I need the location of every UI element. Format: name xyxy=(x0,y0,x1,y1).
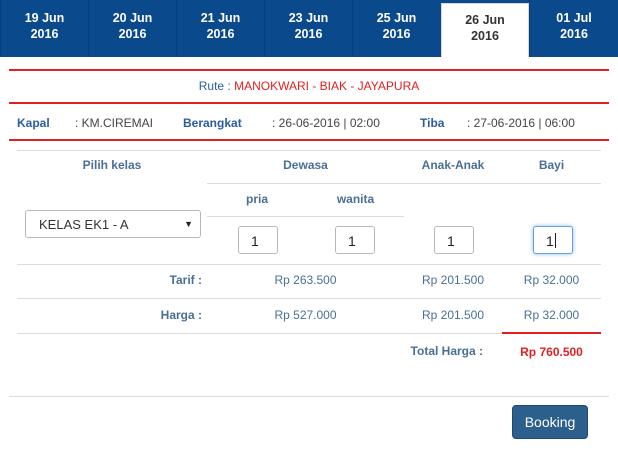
route-value: MANOKWARI - BIAK - JAYAPURA xyxy=(234,79,420,93)
row-border-2 xyxy=(17,298,601,299)
divider-red-top xyxy=(9,69,609,71)
text-caret xyxy=(554,233,556,248)
tarif-dewasa: Rp 263.500 xyxy=(274,273,337,287)
footer-border xyxy=(9,396,609,397)
header-sub-border xyxy=(207,183,601,184)
harga-anak: Rp 201.500 xyxy=(421,308,485,322)
tab-day: 26 Jun xyxy=(465,13,505,27)
tab-year: 2016 xyxy=(382,27,411,41)
tiba-value: : 27-06-2016 | 06:00 xyxy=(467,116,575,130)
date-tab-01-jul[interactable]: 01 Jul 2016 xyxy=(529,0,618,57)
tab-year: 2016 xyxy=(560,27,588,41)
header-wanita: wanita xyxy=(336,192,375,206)
qty-bayi-input[interactable]: 1 xyxy=(533,226,573,254)
header-dewasa: Dewasa xyxy=(283,158,328,172)
header-pria: pria xyxy=(245,192,268,206)
tab-year: 2016 xyxy=(471,29,499,43)
route-line: Rute : MANOKWARI - BIAK - JAYAPURA xyxy=(0,79,618,93)
berangkat-value: : 26-06-2016 | 02:00 xyxy=(272,116,380,130)
tab-day: 25 Jun xyxy=(376,11,417,25)
kapal-value: : KM.CIREMAI xyxy=(75,116,154,130)
qty-pria-input[interactable]: 1 xyxy=(238,226,278,254)
date-tab-26-jun-active[interactable]: 26 Jun 2016 xyxy=(441,3,529,57)
tarif-bayi: Rp 32.000 xyxy=(523,273,580,287)
total-underline xyxy=(502,332,601,334)
date-tab-25-jun[interactable]: 25 Jun 2016 xyxy=(352,0,440,57)
table-top-border xyxy=(17,150,601,151)
caret-down-icon: ▼ xyxy=(184,219,193,229)
header-pilih-kelas: Pilih kelas xyxy=(82,158,142,172)
divider-red-mid xyxy=(9,102,609,104)
date-tab-21-jun[interactable]: 21 Jun 2016 xyxy=(176,0,264,57)
total-label: Total Harga : xyxy=(410,344,483,358)
berangkat-label: Berangkat xyxy=(183,116,242,130)
harga-dewasa: Rp 527.000 xyxy=(274,308,337,322)
harga-bayi: Rp 32.000 xyxy=(523,308,580,322)
header-bayi: Bayi xyxy=(538,158,565,172)
qty-pria-value: 1 xyxy=(251,233,259,249)
qty-anak-input[interactable]: 1 xyxy=(434,226,474,254)
qty-anak-value: 1 xyxy=(447,233,455,249)
tiba-label: Tiba xyxy=(420,116,445,130)
class-select-value: KELAS EK1 - A xyxy=(39,217,129,232)
tab-year: 2016 xyxy=(118,27,147,41)
tab-year: 2016 xyxy=(294,27,323,41)
tab-year: 2016 xyxy=(30,27,59,41)
date-tab-20-jun[interactable]: 20 Jun 2016 xyxy=(88,0,176,57)
tab-year: 2016 xyxy=(206,27,235,41)
tab-day: 01 Jul xyxy=(556,11,592,25)
harga-label: Harga : xyxy=(160,308,202,322)
booking-button[interactable]: Booking xyxy=(512,405,588,439)
qty-wanita-value: 1 xyxy=(348,233,356,249)
tab-day: 20 Jun xyxy=(112,11,153,25)
route-label: Rute : xyxy=(198,79,231,93)
date-tab-19-jun[interactable]: 19 Jun 2016 xyxy=(0,0,88,57)
kapal-label: Kapal xyxy=(17,116,50,130)
qty-bayi-value: 1 xyxy=(546,233,554,249)
tab-day: 23 Jun xyxy=(288,11,329,25)
qty-wanita-input[interactable]: 1 xyxy=(335,226,375,254)
class-select[interactable]: KELAS EK1 - A ▼ xyxy=(25,210,201,238)
tab-day: 19 Jun xyxy=(24,11,65,25)
tab-day: 21 Jun xyxy=(200,11,241,25)
date-tab-23-jun[interactable]: 23 Jun 2016 xyxy=(264,0,352,57)
tarif-label: Tarif : xyxy=(169,273,202,287)
row-border-1 xyxy=(17,264,601,265)
total-value: Rp 760.500 xyxy=(520,345,583,359)
divider-red-bottom xyxy=(9,139,609,141)
subheader-bottom-border xyxy=(207,216,404,217)
tarif-anak: Rp 201.500 xyxy=(421,273,485,287)
date-tab-bar: 19 Jun 2016 20 Jun 2016 21 Jun 2016 23 J… xyxy=(0,0,618,57)
header-anak-anak: Anak-Anak xyxy=(421,158,485,172)
